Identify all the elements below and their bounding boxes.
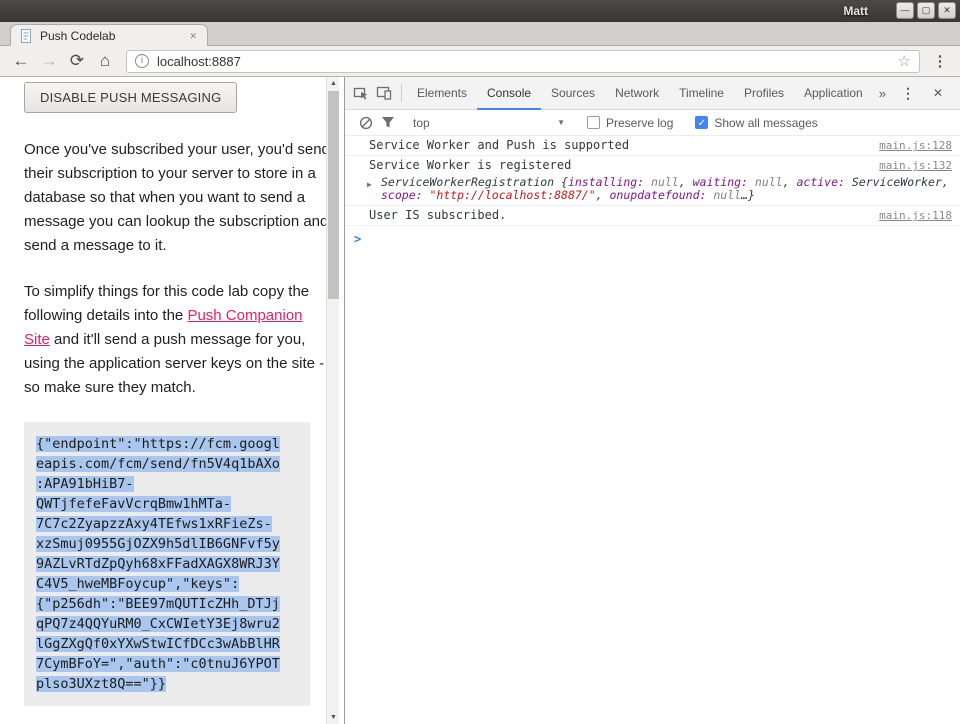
tab-close-icon[interactable]: ✕: [186, 29, 200, 44]
tab-title: Push Codelab: [40, 29, 186, 43]
tab-timeline[interactable]: Timeline: [669, 77, 734, 110]
console-messages: Service Worker and Push is supported mai…: [345, 136, 960, 250]
url-text[interactable]: localhost:8887: [157, 54, 898, 69]
code-line: 7C7c2ZyapzzAxy4TEfws1xRFieZs-: [36, 514, 298, 534]
console-message-text: Service Worker is registered: [369, 158, 867, 173]
tab-elements[interactable]: Elements: [407, 77, 477, 110]
show-all-messages-label: Show all messages: [714, 116, 817, 130]
devtools-panel: Elements Console Sources Network Timelin…: [344, 77, 960, 724]
console-toolbar: top ▼ Preserve log ✓ Show all messages: [345, 110, 960, 136]
tab-network[interactable]: Network: [605, 77, 669, 110]
console-prompt-icon[interactable]: >: [354, 232, 361, 246]
reload-icon[interactable]: ⟳: [64, 48, 90, 74]
window-titlebar: Matt — ▢ ✕: [0, 0, 960, 22]
code-line: eapis.com/fcm/send/fn5V4q1bAXo: [36, 454, 298, 474]
code-line: lGgZXgQf0xYXwStwICfDCc3wAbBlHR: [36, 634, 298, 654]
show-all-messages-toggle[interactable]: ✓ Show all messages: [695, 116, 817, 130]
back-icon[interactable]: ←: [8, 48, 34, 74]
close-icon[interactable]: ✕: [938, 2, 956, 19]
paragraph-companion: To simplify things for this code lab cop…: [24, 280, 326, 400]
preserve-log-label: Preserve log: [606, 116, 673, 130]
paragraph-subscription: Once you've subscribed your user, you'd …: [24, 138, 326, 258]
console-source-link[interactable]: main.js:132: [879, 158, 952, 173]
console-message-text: Service Worker and Push is supported: [369, 138, 867, 153]
home-icon[interactable]: ⌂: [92, 48, 118, 74]
address-bar[interactable]: i localhost:8887 ☆: [126, 50, 920, 73]
disclosure-triangle-icon[interactable]: ▶: [367, 178, 372, 191]
code-line: xzSmuj0955GjOZX9h5dlIB6GNFvf5y: [36, 534, 298, 554]
tab-sources[interactable]: Sources: [541, 77, 605, 110]
execution-context-select[interactable]: top ▼: [413, 116, 565, 130]
page-info-icon[interactable]: i: [135, 54, 149, 68]
code-line: {"endpoint":"https://fcm.googl: [36, 434, 298, 454]
content-area: DISABLE PUSH MESSAGING Once you've subsc…: [0, 77, 960, 724]
code-line: 7CymBFoY=","auth":"c0tnuJ6YPOT: [36, 654, 298, 674]
browser-toolbar: ← → ⟳ ⌂ i localhost:8887 ☆ ⋮: [0, 46, 960, 77]
code-line: {"p256dh":"BEE97mQUTIcZHh_DTJj: [36, 594, 298, 614]
tab-profiles[interactable]: Profiles: [734, 77, 794, 110]
scroll-up-icon[interactable]: ▲: [327, 77, 340, 90]
browser-tabstrip: Push Codelab ✕: [0, 22, 960, 46]
console-message: User IS subscribed. main.js:118: [345, 206, 960, 226]
show-all-messages-checkbox[interactable]: ✓: [695, 116, 708, 129]
code-line: :APA91bHiB7-: [36, 474, 298, 494]
code-line: C4V5_hweMBFoycup","keys":: [36, 574, 298, 594]
object-preview: ▶ ServiceWorkerRegistration {installing:…: [345, 175, 960, 203]
execution-context-value: top: [413, 116, 430, 130]
browser-menu-icon[interactable]: ⋮: [928, 48, 952, 74]
devtools-close-icon[interactable]: ✕: [924, 86, 952, 100]
browser-tab[interactable]: Push Codelab ✕: [10, 24, 208, 47]
favicon-icon: [18, 28, 34, 44]
tab-console[interactable]: Console: [477, 77, 541, 110]
object-preview-line: scope: "http://localhost:8887/", onupdat…: [381, 189, 952, 202]
devtools-menu-icon[interactable]: ⋮: [892, 85, 924, 102]
filter-icon[interactable]: [377, 116, 399, 129]
tab-application[interactable]: Application: [794, 77, 873, 110]
code-line: QWTjfefeFavVcrqBmw1hMTa-: [36, 494, 298, 514]
console-source-link[interactable]: main.js:128: [879, 138, 952, 153]
code-line: 9AZLvRTdZpQyh68xFFadXAGX8WRJ3Y: [36, 554, 298, 574]
device-toolbar-icon[interactable]: [373, 81, 397, 105]
console-message-text: User IS subscribed.: [369, 208, 867, 223]
paragraph-companion-after: and it'll send a push message for you, u…: [24, 331, 324, 396]
toolbar-divider: [401, 84, 402, 102]
minimize-icon[interactable]: —: [896, 2, 914, 19]
maximize-icon[interactable]: ▢: [917, 2, 935, 19]
code-line: qPQ7z4QQYuRM0_CxCWIetY3Ej8wru2: [36, 614, 298, 634]
bookmark-star-icon[interactable]: ☆: [898, 52, 911, 70]
disable-push-button[interactable]: DISABLE PUSH MESSAGING: [24, 82, 237, 113]
preserve-log-toggle[interactable]: Preserve log: [587, 116, 673, 130]
console-message: Service Worker and Push is supported mai…: [345, 136, 960, 156]
inspect-element-icon[interactable]: [349, 81, 373, 105]
preserve-log-checkbox[interactable]: [587, 116, 600, 129]
devtools-tabbar: Elements Console Sources Network Timelin…: [345, 77, 960, 110]
subscription-json-codeblock[interactable]: {"endpoint":"https://fcm.googl eapis.com…: [24, 422, 310, 706]
window-controls: — ▢ ✕: [896, 2, 956, 19]
page-scrollbar[interactable]: ▲ ▼: [326, 77, 339, 724]
console-message: Service Worker is registered main.js:132…: [345, 156, 960, 206]
console-input-row[interactable]: >: [345, 226, 960, 250]
code-line: plso3UXzt8Q=="}}: [36, 674, 298, 694]
scroll-down-icon[interactable]: ▼: [327, 711, 340, 724]
console-source-link[interactable]: main.js:118: [879, 208, 952, 223]
web-page: DISABLE PUSH MESSAGING Once you've subsc…: [0, 77, 326, 724]
scrollbar-thumb[interactable]: [328, 91, 339, 299]
more-tabs-icon[interactable]: »: [873, 86, 892, 101]
chevron-down-icon: ▼: [557, 118, 565, 127]
clear-console-icon[interactable]: [355, 116, 377, 130]
forward-icon[interactable]: →: [36, 48, 62, 74]
window-user-label: Matt: [843, 4, 868, 18]
